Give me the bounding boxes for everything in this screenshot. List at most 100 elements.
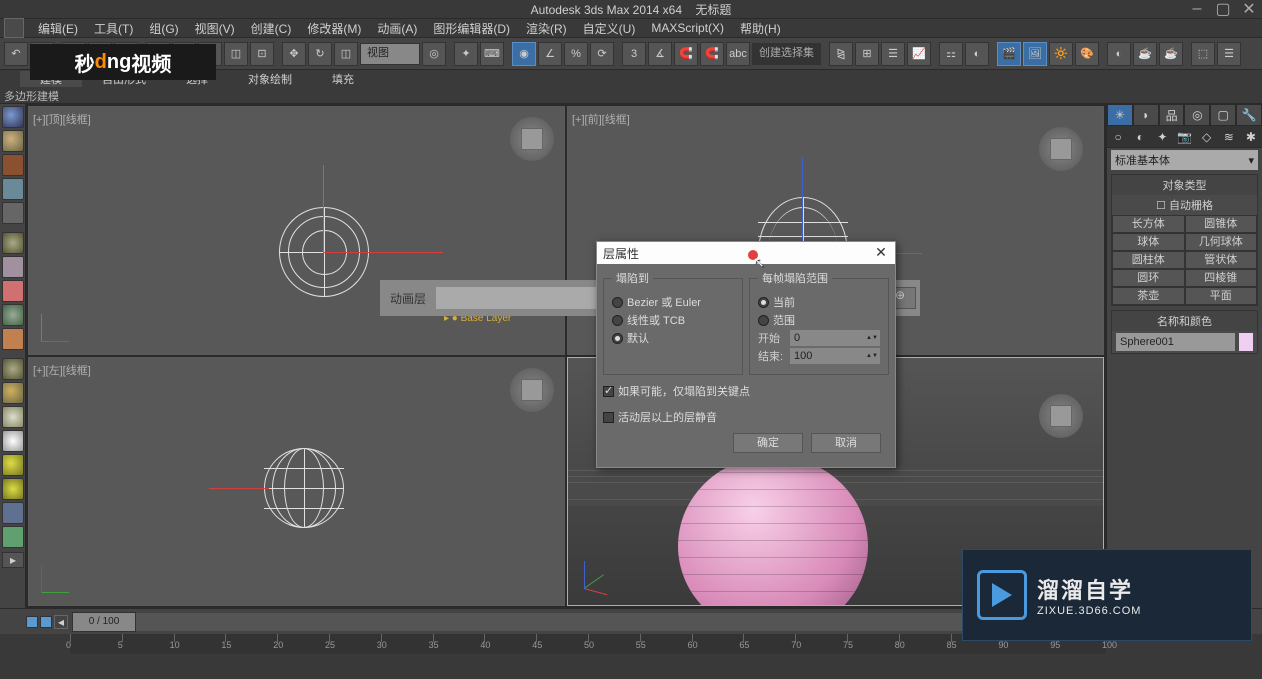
display-tab[interactable]: ▢ — [1210, 104, 1236, 126]
snap-angle-fly-button[interactable]: ∡ — [648, 42, 672, 66]
menu-animation[interactable]: 动画(A) — [369, 20, 425, 37]
start-spinner[interactable]: 0▲▼ — [790, 330, 880, 346]
object-name-input[interactable]: Sphere001 — [1116, 333, 1235, 351]
tube-button[interactable]: 管状体 — [1185, 251, 1258, 269]
angle-snap-button[interactable]: ∠ — [538, 42, 562, 66]
vp-nav-cube-persp[interactable] — [1039, 394, 1083, 438]
end-spinner[interactable]: 100▲▼ — [790, 348, 880, 364]
timeline-ruler[interactable]: // placeholder – ticks rendered below vi… — [70, 634, 1106, 654]
vp-nav-cube-top[interactable] — [510, 117, 554, 161]
material-editor-button[interactable]: ◐ — [965, 42, 989, 66]
tool-btn-a[interactable]: ◐ — [1107, 42, 1131, 66]
sphere-button[interactable]: 球体 — [1112, 233, 1185, 251]
radio-default[interactable]: 默认 — [612, 330, 734, 346]
torus-button[interactable]: 圆环 — [1112, 269, 1185, 287]
menu-graph-editors[interactable]: 图形编辑器(D) — [425, 20, 518, 37]
scale-button[interactable]: ◫ — [334, 42, 358, 66]
shapes-subtab[interactable]: ◐ — [1129, 126, 1151, 147]
left-toolbar-expand[interactable]: ▸ — [2, 552, 24, 568]
pivot-center-button[interactable]: ◎ — [422, 42, 446, 66]
menu-maxscript[interactable]: MAXScript(X) — [643, 21, 732, 35]
rendered-frame-button[interactable]: 🖼 — [1023, 42, 1047, 66]
percent-snap-button[interactable]: % — [564, 42, 588, 66]
left-tool-3[interactable] — [2, 154, 24, 176]
dialog-close-button[interactable]: ✕ — [873, 245, 889, 261]
layer-button[interactable]: ☰ — [881, 42, 905, 66]
time-slider-prev[interactable]: ◂ — [54, 615, 68, 629]
menu-tools[interactable]: 工具(T) — [86, 20, 141, 37]
vp-nav-cube-front[interactable] — [1039, 127, 1083, 171]
minimize-button[interactable]: – — [1184, 0, 1210, 18]
menu-modifiers[interactable]: 修改器(M) — [299, 20, 369, 37]
radio-range[interactable]: 范围 — [758, 312, 880, 328]
ribbon-subpanel[interactable]: 多边形建模 — [0, 88, 1262, 104]
ref-coord-system-dropdown[interactable]: 视图 — [360, 43, 420, 65]
radio-bezier[interactable]: Bezier 或 Euler — [612, 294, 734, 310]
create-tab[interactable]: ✳ — [1107, 104, 1133, 126]
left-tool-15[interactable] — [2, 454, 24, 476]
cylinder-button[interactable]: 圆柱体 — [1112, 251, 1185, 269]
snap-button[interactable]: ◉ — [512, 42, 536, 66]
maximize-button[interactable]: ▢ — [1210, 0, 1236, 18]
menu-customize[interactable]: 自定义(U) — [575, 20, 644, 37]
keyboard-shortcut-button[interactable]: ⌨ — [480, 42, 504, 66]
left-tool-12[interactable] — [2, 382, 24, 404]
snap-abc-button[interactable]: abc — [726, 42, 750, 66]
left-tool-13[interactable] — [2, 406, 24, 428]
mirror-button[interactable]: ⧎ — [829, 42, 853, 66]
ok-button[interactable]: 确定 — [733, 433, 803, 453]
radio-current[interactable]: 当前 — [758, 294, 880, 310]
left-tool-6[interactable] — [2, 232, 24, 254]
primitive-category-dropdown[interactable]: 标准基本体▾ — [1111, 150, 1258, 170]
app-menu-button[interactable] — [4, 18, 24, 38]
render-production-button[interactable]: 🔆 — [1049, 42, 1073, 66]
tool-btn-e[interactable]: ☰ — [1217, 42, 1241, 66]
snap-3-button[interactable]: 3 — [622, 42, 646, 66]
left-tool-17[interactable] — [2, 502, 24, 524]
left-tool-4[interactable] — [2, 178, 24, 200]
ribbon-tab-fill[interactable]: 填充 — [312, 71, 374, 87]
named-selection-dropdown[interactable]: 创建选择集 — [752, 43, 821, 65]
manipulate-button[interactable]: ✦ — [454, 42, 478, 66]
helpers-subtab[interactable]: ◇ — [1196, 126, 1218, 147]
menu-create[interactable]: 创建(C) — [243, 20, 300, 37]
left-tool-9[interactable] — [2, 304, 24, 326]
rotate-button[interactable]: ↻ — [308, 42, 332, 66]
tool-btn-b[interactable]: ☕ — [1133, 42, 1157, 66]
teapot-button[interactable]: 茶壶 — [1112, 287, 1185, 305]
tool-btn-c[interactable]: ☕ — [1159, 42, 1183, 66]
menu-group[interactable]: 组(G) — [141, 20, 186, 37]
mute-above-checkbox[interactable]: 活动层以上的层静音 — [603, 409, 889, 425]
dialog-title-bar[interactable]: 层属性 ✕ — [597, 242, 895, 264]
snap-v-button[interactable]: 🧲 — [700, 42, 724, 66]
vp-nav-cube-left[interactable] — [510, 368, 554, 412]
left-tool-10[interactable] — [2, 328, 24, 350]
geometry-subtab[interactable]: ○ — [1107, 126, 1129, 147]
window-crossing-button[interactable]: ⊡ — [250, 42, 274, 66]
menu-rendering[interactable]: 渲染(R) — [518, 20, 575, 37]
ribbon-tab-objectpaint[interactable]: 对象绘制 — [228, 71, 312, 87]
spacewarps-subtab[interactable]: ≋ — [1218, 126, 1240, 147]
anim-btn-3[interactable]: ⊕ — [894, 287, 916, 309]
move-button[interactable]: ✥ — [282, 42, 306, 66]
left-tool-7[interactable] — [2, 256, 24, 278]
cone-button[interactable]: 圆锥体 — [1185, 215, 1258, 233]
modify-tab[interactable]: ◗ — [1133, 104, 1159, 126]
motion-tab[interactable]: ◎ — [1184, 104, 1210, 126]
left-tool-16[interactable] — [2, 478, 24, 500]
left-tool-1[interactable] — [2, 106, 24, 128]
curve-editor-button[interactable]: 📈 — [907, 42, 931, 66]
close-button[interactable]: ✕ — [1236, 0, 1262, 18]
snap-h-button[interactable]: 🧲 — [674, 42, 698, 66]
menu-edit[interactable]: 编辑(E) — [30, 20, 86, 37]
schematic-view-button[interactable]: ⚏ — [939, 42, 963, 66]
utilities-tab[interactable]: 🔧 — [1236, 104, 1262, 126]
menu-help[interactable]: 帮助(H) — [732, 20, 789, 37]
time-slider-btn-1[interactable] — [26, 616, 38, 628]
align-button[interactable]: ⊞ — [855, 42, 879, 66]
cancel-button[interactable]: 取消 — [811, 433, 881, 453]
object-color-swatch[interactable] — [1239, 333, 1253, 351]
spinner-snap-button[interactable]: ⟳ — [590, 42, 614, 66]
menu-views[interactable]: 视图(V) — [187, 20, 243, 37]
left-tool-2[interactable] — [2, 130, 24, 152]
